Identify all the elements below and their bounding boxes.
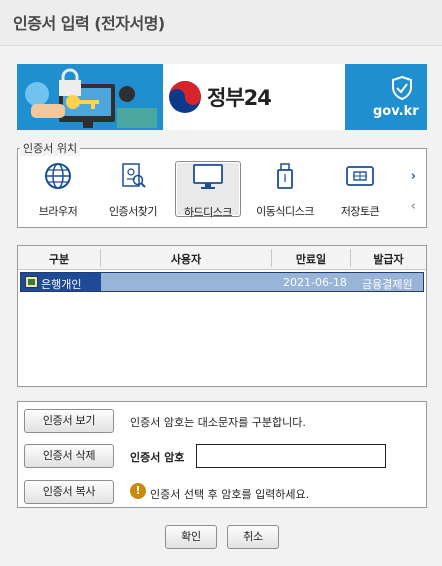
- location-security-token[interactable]: 저장토큰: [327, 161, 393, 218]
- copy-cert-button[interactable]: 인증서 복사: [24, 480, 114, 504]
- scroll-next-arrow-icon[interactable]: ›: [411, 169, 416, 184]
- cert-type-cell: 은행개인: [21, 273, 101, 291]
- case-sensitive-note: 인증서 암호는 대소문자를 구분합니다.: [130, 416, 306, 429]
- globe-icon: [45, 163, 71, 189]
- title-bar: 인증서 입력 (전자서명): [0, 0, 442, 46]
- location-security-token-label: 저장토큰: [340, 205, 380, 218]
- cert-table-header: 구분 사용자 만료일 발급자: [18, 246, 426, 270]
- delete-cert-button[interactable]: 인증서 삭제: [24, 444, 114, 468]
- column-header-expiry[interactable]: 만료일: [272, 251, 350, 267]
- shield-check-icon: [392, 76, 412, 100]
- cert-table: 구분 사용자 만료일 발급자 은행개인 2021-06-18 금융결제원: [17, 245, 427, 387]
- certificate-icon: [25, 276, 38, 288]
- location-find-cert[interactable]: 인증서찾기: [100, 161, 166, 218]
- monitor-icon: [193, 164, 223, 189]
- location-hard-disk[interactable]: 하드디스크: [175, 161, 241, 219]
- token-card-icon: [346, 166, 374, 186]
- scroll-prev-arrow-icon[interactable]: ‹: [411, 199, 416, 214]
- location-removable-disk-label: 이동식디스크: [256, 205, 314, 218]
- location-find-cert-label: 인증서찾기: [108, 205, 158, 218]
- cert-type-text: 은행개인: [41, 278, 82, 291]
- column-header-type[interactable]: 구분: [18, 251, 100, 267]
- password-input[interactable]: [196, 444, 386, 468]
- column-header-user[interactable]: 사용자: [101, 251, 271, 267]
- gov24-logo-text: 정부24: [207, 86, 272, 110]
- password-label: 인증서 암호: [130, 451, 185, 464]
- certificate-search-icon: [122, 163, 146, 188]
- column-header-issuer[interactable]: 발급자: [351, 251, 426, 267]
- location-browser-label: 브라우저: [38, 205, 78, 218]
- cert-location-group: 브라우저 인증서찾기 하드디스크 이동식디스크 저장토큰 › ‹: [17, 148, 427, 228]
- taegeuk-logo-icon: [169, 81, 201, 113]
- password-hint: 인증서 선택 후 암호를 입력하세요.: [150, 488, 310, 501]
- location-removable-disk[interactable]: 이동식디스크: [252, 161, 318, 218]
- table-row[interactable]: 은행개인 2021-06-18 금융결제원: [20, 272, 424, 292]
- usb-icon: [277, 163, 293, 189]
- location-hard-disk-label: 하드디스크: [183, 206, 233, 219]
- cert-issuer-text: 금융결제원: [362, 278, 413, 291]
- window-title: 인증서 입력 (전자서명): [13, 14, 165, 33]
- warning-icon: !: [130, 483, 146, 499]
- view-cert-button[interactable]: 인증서 보기: [24, 409, 114, 433]
- ok-button[interactable]: 확인: [165, 525, 217, 549]
- cert-actions-panel: 인증서 보기 인증서 삭제 인증서 복사 인증서 암호는 대소문자를 구분합니다…: [17, 401, 427, 508]
- gov24-logo-box: 정부24: [163, 64, 345, 130]
- gov24-banner: 정부24 gov.kr: [17, 64, 427, 130]
- cert-expiry-text: 2021-06-18: [283, 276, 347, 289]
- cert-location-label: 인증서 위치: [20, 140, 81, 156]
- cancel-button[interactable]: 취소: [227, 525, 279, 549]
- location-browser[interactable]: 브라우저: [25, 161, 91, 218]
- gov-kr-text: gov.kr: [373, 104, 419, 119]
- banner-illustration: [17, 64, 163, 130]
